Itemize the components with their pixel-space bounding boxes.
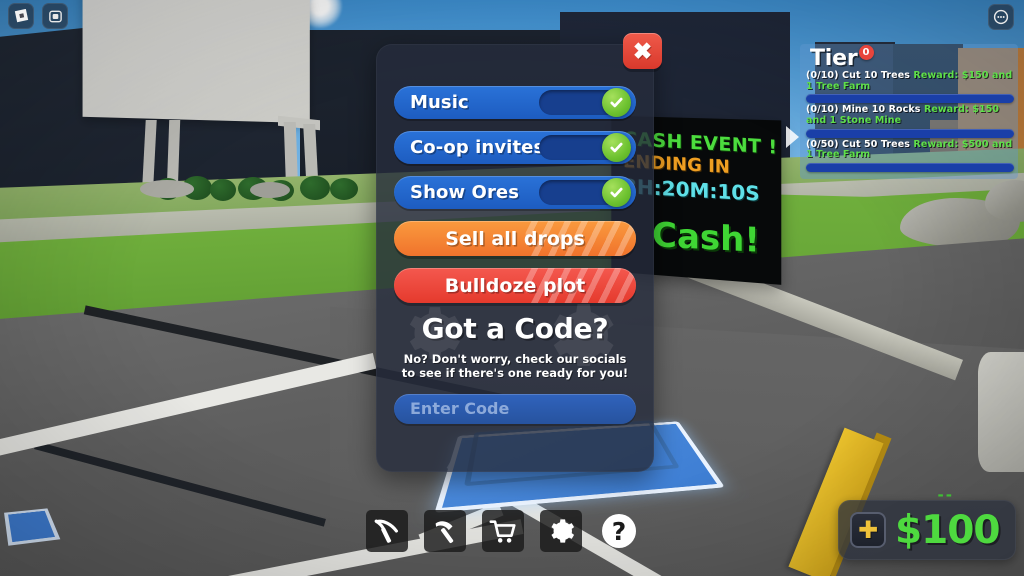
toolbar-item-hammer[interactable]: [424, 510, 466, 552]
quest-task: Mine 10 Rocks: [842, 104, 921, 116]
quest-item[interactable]: (0/10) Cut 10 Trees Reward: $150 and 1 T…: [806, 70, 1014, 104]
close-icon: ✖: [632, 37, 653, 64]
toolbar-item-help[interactable]: ?: [598, 510, 640, 552]
settings-options-list: Music Co-op invites Show Ores Sell all d…: [394, 86, 636, 315]
add-cash-button[interactable]: ✚: [850, 512, 886, 548]
toggle-coop-invites[interactable]: Co-op invites: [394, 131, 636, 164]
svg-text:?: ?: [612, 517, 627, 546]
gear-icon: [400, 302, 462, 368]
checkmark-icon: [602, 133, 631, 162]
toolbar-item-pickaxe[interactable]: [366, 510, 408, 552]
settings-panel: Music Co-op invites Show Ores Sell all d…: [376, 44, 654, 472]
sell-all-drops-button[interactable]: Sell all drops: [394, 221, 636, 256]
toggle-music-label: Music: [410, 92, 469, 113]
roblox-topbar: [8, 3, 68, 29]
quest-progress-bar: [806, 128, 1014, 138]
question-mark-icon: ?: [599, 511, 639, 551]
toggle-coop-invites-switch[interactable]: [539, 133, 631, 162]
toggle-show-ores[interactable]: Show Ores: [394, 176, 636, 209]
sell-all-drops-label: Sell all drops: [445, 227, 585, 250]
quest-task: Cut 10 Trees: [842, 70, 910, 81]
tier-label: Tier: [810, 46, 858, 71]
cash-amount-label: $100: [895, 507, 1001, 553]
quest-item[interactable]: (0/10) Mine 10 Rocks Reward: $150 and 1 …: [806, 104, 1014, 138]
screenshot-icon: [48, 9, 63, 24]
curb-rock: [250, 182, 290, 198]
quest-panel: Tier 0 (0/10) Cut 10 Trees Reward: $150 …: [786, 44, 1018, 179]
quest-description: (0/10) Mine 10 Rocks Reward: $150 and 1 …: [806, 104, 1014, 126]
toggle-show-ores-switch[interactable]: [539, 178, 631, 207]
game-screen: CASH EVENT ! ENDING IN 3H:20M:10S Cash!: [0, 0, 1024, 576]
chat-button[interactable]: [988, 4, 1014, 30]
roblox-menu-button[interactable]: [8, 3, 34, 29]
quest-progress-count: (0/10): [806, 104, 839, 116]
cash-hud[interactable]: -- ✚ $100: [838, 486, 1016, 560]
tier-badge: 0: [858, 45, 874, 60]
curb-rock: [140, 180, 194, 198]
toolbar-item-shop[interactable]: [482, 510, 524, 552]
roblox-logo-icon: [14, 8, 29, 24]
roblox-capture-button[interactable]: [42, 3, 68, 29]
large-blank-billboard: [82, 0, 310, 124]
quest-progress-count: (0/10): [806, 70, 839, 81]
tier-header: Tier 0: [810, 45, 1014, 71]
checkmark-icon: [602, 178, 631, 207]
bulldoze-plot-button[interactable]: Bulldoze plot: [394, 268, 636, 303]
close-settings-button[interactable]: ✖: [623, 33, 662, 69]
bottom-toolbar: ?: [366, 510, 640, 552]
pickaxe-icon: [372, 516, 402, 546]
toolbar-item-settings[interactable]: [540, 510, 582, 552]
quest-description: (0/10) Cut 10 Trees Reward: $150 and 1 T…: [806, 70, 1014, 92]
toggle-coop-invites-label: Co-op invites: [410, 137, 545, 158]
roblox-topbar-right: [988, 4, 1014, 30]
toggle-show-ores-label: Show Ores: [410, 182, 520, 203]
checkmark-icon: [602, 88, 631, 117]
hedge: [210, 179, 236, 201]
quest-task: Cut 50 Trees: [842, 138, 910, 150]
gear-icon: [542, 298, 616, 376]
cash-hud-dashes: --: [937, 486, 954, 504]
quest-panel-pointer-icon: [786, 126, 799, 148]
plus-icon: ✚: [857, 516, 879, 544]
cash-sign-text: Cash!: [652, 215, 760, 261]
quest-progress-bar: [806, 94, 1014, 104]
boulder: [978, 352, 1024, 472]
quest-progress-bar: [806, 162, 1014, 172]
quest-item[interactable]: (0/50) Cut 50 Trees Reward: $500 and 1 T…: [806, 138, 1014, 172]
gear-icon: [547, 517, 575, 545]
hammer-icon: [430, 516, 460, 546]
quest-progress-count: (0/50): [806, 138, 839, 150]
shopping-cart-icon: [488, 516, 518, 546]
toggle-music-switch[interactable]: [539, 88, 631, 117]
code-input[interactable]: [394, 393, 636, 424]
hedge: [300, 176, 330, 200]
quest-description: (0/50) Cut 50 Trees Reward: $500 and 1 T…: [806, 138, 1014, 161]
code-redeem-section: Got a Code? No? Don't worry, check our s…: [394, 304, 636, 424]
bulldoze-plot-label: Bulldoze plot: [444, 274, 586, 297]
toggle-music[interactable]: Music: [394, 86, 636, 119]
chat-bubble-icon: [993, 9, 1009, 25]
hedge: [330, 178, 358, 200]
